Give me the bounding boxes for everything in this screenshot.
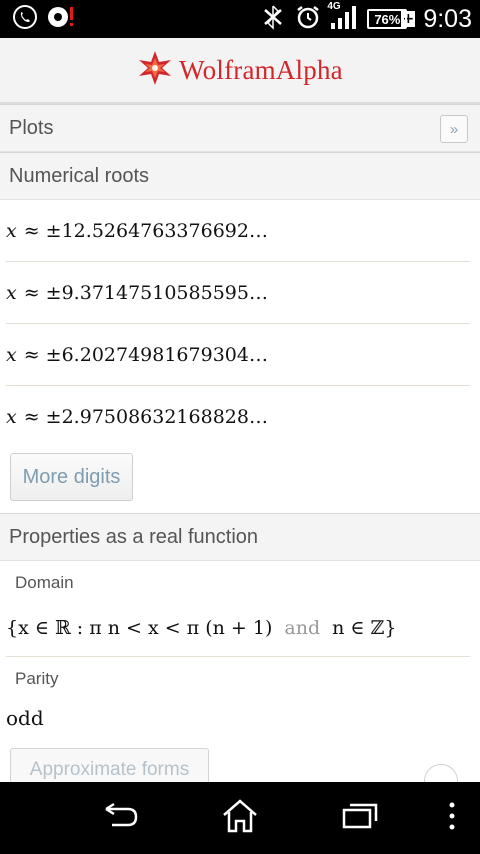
bluetooth-icon bbox=[259, 4, 287, 34]
root-row: x ≈ ±6.20274981679304… bbox=[6, 324, 470, 386]
status-left bbox=[12, 4, 76, 34]
brand-name: WolframAlpha bbox=[179, 54, 343, 85]
app-header: WolframAlpha bbox=[0, 38, 480, 104]
battery-level: 76% bbox=[367, 9, 408, 29]
notification-icon bbox=[46, 4, 76, 34]
root-value: ≈ ±9.37147510585595… bbox=[23, 281, 268, 304]
recent-apps-button[interactable] bbox=[338, 796, 382, 840]
domain-set: {x ∈ ℝ : π n < x < π (n + 1) bbox=[6, 616, 273, 639]
root-value: ≈ ±6.20274981679304… bbox=[23, 343, 268, 366]
root-value: ≈ ±12.5264763376692… bbox=[23, 219, 268, 242]
more-digits-button[interactable]: More digits bbox=[10, 453, 133, 501]
network-label: 4G bbox=[327, 1, 341, 12]
recent-apps-icon bbox=[340, 801, 380, 835]
root-row: x ≈ ±12.5264763376692… bbox=[6, 200, 470, 262]
numerical-roots-title: Numerical roots bbox=[9, 164, 150, 187]
results-content[interactable]: Plots » Numerical roots x ≈ ±12.52647633… bbox=[0, 104, 480, 782]
whatsapp-icon bbox=[12, 4, 38, 34]
approximate-forms-button[interactable]: Approximate forms bbox=[10, 748, 209, 782]
root-row: x ≈ ±2.97508632168828… bbox=[6, 386, 470, 448]
domain-label: Domain bbox=[15, 573, 74, 592]
clock: 9:03 bbox=[423, 4, 472, 33]
signal-icon: 4G bbox=[327, 1, 359, 35]
menu-dots-icon bbox=[447, 801, 457, 835]
root-variable: x bbox=[6, 219, 17, 242]
expand-plots-button[interactable]: » bbox=[440, 115, 468, 143]
back-icon bbox=[100, 801, 140, 835]
alarm-icon bbox=[295, 4, 321, 34]
home-button[interactable] bbox=[218, 796, 262, 840]
numerical-roots-header: Numerical roots bbox=[0, 152, 480, 200]
battery-icon: 76% + bbox=[367, 9, 416, 29]
root-value: ≈ ±2.97508632168828… bbox=[23, 406, 268, 428]
menu-button[interactable] bbox=[430, 796, 474, 840]
root-variable: x bbox=[6, 343, 17, 366]
domain-integer-condition: n ∈ ℤ} bbox=[332, 616, 397, 639]
status-bar: 4G 76% + 9:03 bbox=[0, 0, 480, 38]
properties-title: Properties as a real function bbox=[9, 525, 259, 548]
domain-value: {x ∈ ℝ : π n < x < π (n + 1) and n ∈ ℤ} bbox=[6, 599, 470, 657]
back-button[interactable] bbox=[98, 796, 142, 840]
home-icon bbox=[221, 798, 259, 838]
status-right: 4G 76% + 9:03 bbox=[259, 0, 472, 38]
root-row: x ≈ ±9.37147510585595… bbox=[6, 262, 470, 324]
plots-title: Plots bbox=[9, 116, 54, 139]
parity-label: Parity bbox=[15, 669, 59, 688]
properties-section-header: Properties as a real function bbox=[0, 513, 480, 561]
domain-and: and bbox=[284, 616, 321, 639]
plots-section-header[interactable]: Plots » bbox=[0, 104, 480, 152]
parity-value: odd bbox=[6, 706, 44, 730]
root-variable: x bbox=[6, 281, 17, 304]
root-variable: x bbox=[6, 406, 17, 428]
wolfram-star-logo-icon bbox=[137, 50, 173, 90]
navigation-bar bbox=[0, 782, 480, 854]
